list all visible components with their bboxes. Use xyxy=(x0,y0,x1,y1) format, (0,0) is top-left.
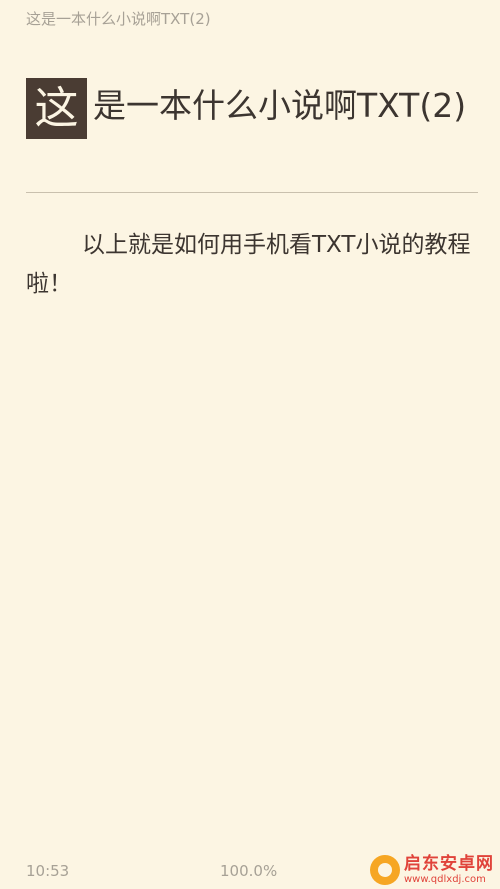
watermark-logo-icon xyxy=(370,855,400,885)
watermark-text: 启东安卓网 www.qdlxdj.com xyxy=(404,853,494,885)
reading-progress: 100.0% xyxy=(220,862,278,880)
drop-cap: 这 xyxy=(26,78,87,139)
title-divider xyxy=(26,192,478,193)
clock-time: 10:53 xyxy=(26,862,70,880)
chapter-paragraph[interactable]: 以上就是如何用手机看TXT小说的教程啦！ xyxy=(26,226,478,304)
chapter-title-text: 是一本什么小说啊TXT(2) xyxy=(93,86,467,125)
watermark-url: www.qdlxdj.com xyxy=(404,873,486,885)
watermark-name: 启东安卓网 xyxy=(404,853,494,874)
book-title: 这是一本什么小说啊TXT(2) xyxy=(26,10,211,28)
site-watermark: 启东安卓网 www.qdlxdj.com xyxy=(370,855,494,885)
chapter-title: 这是一本什么小说啊TXT(2) xyxy=(26,78,478,139)
